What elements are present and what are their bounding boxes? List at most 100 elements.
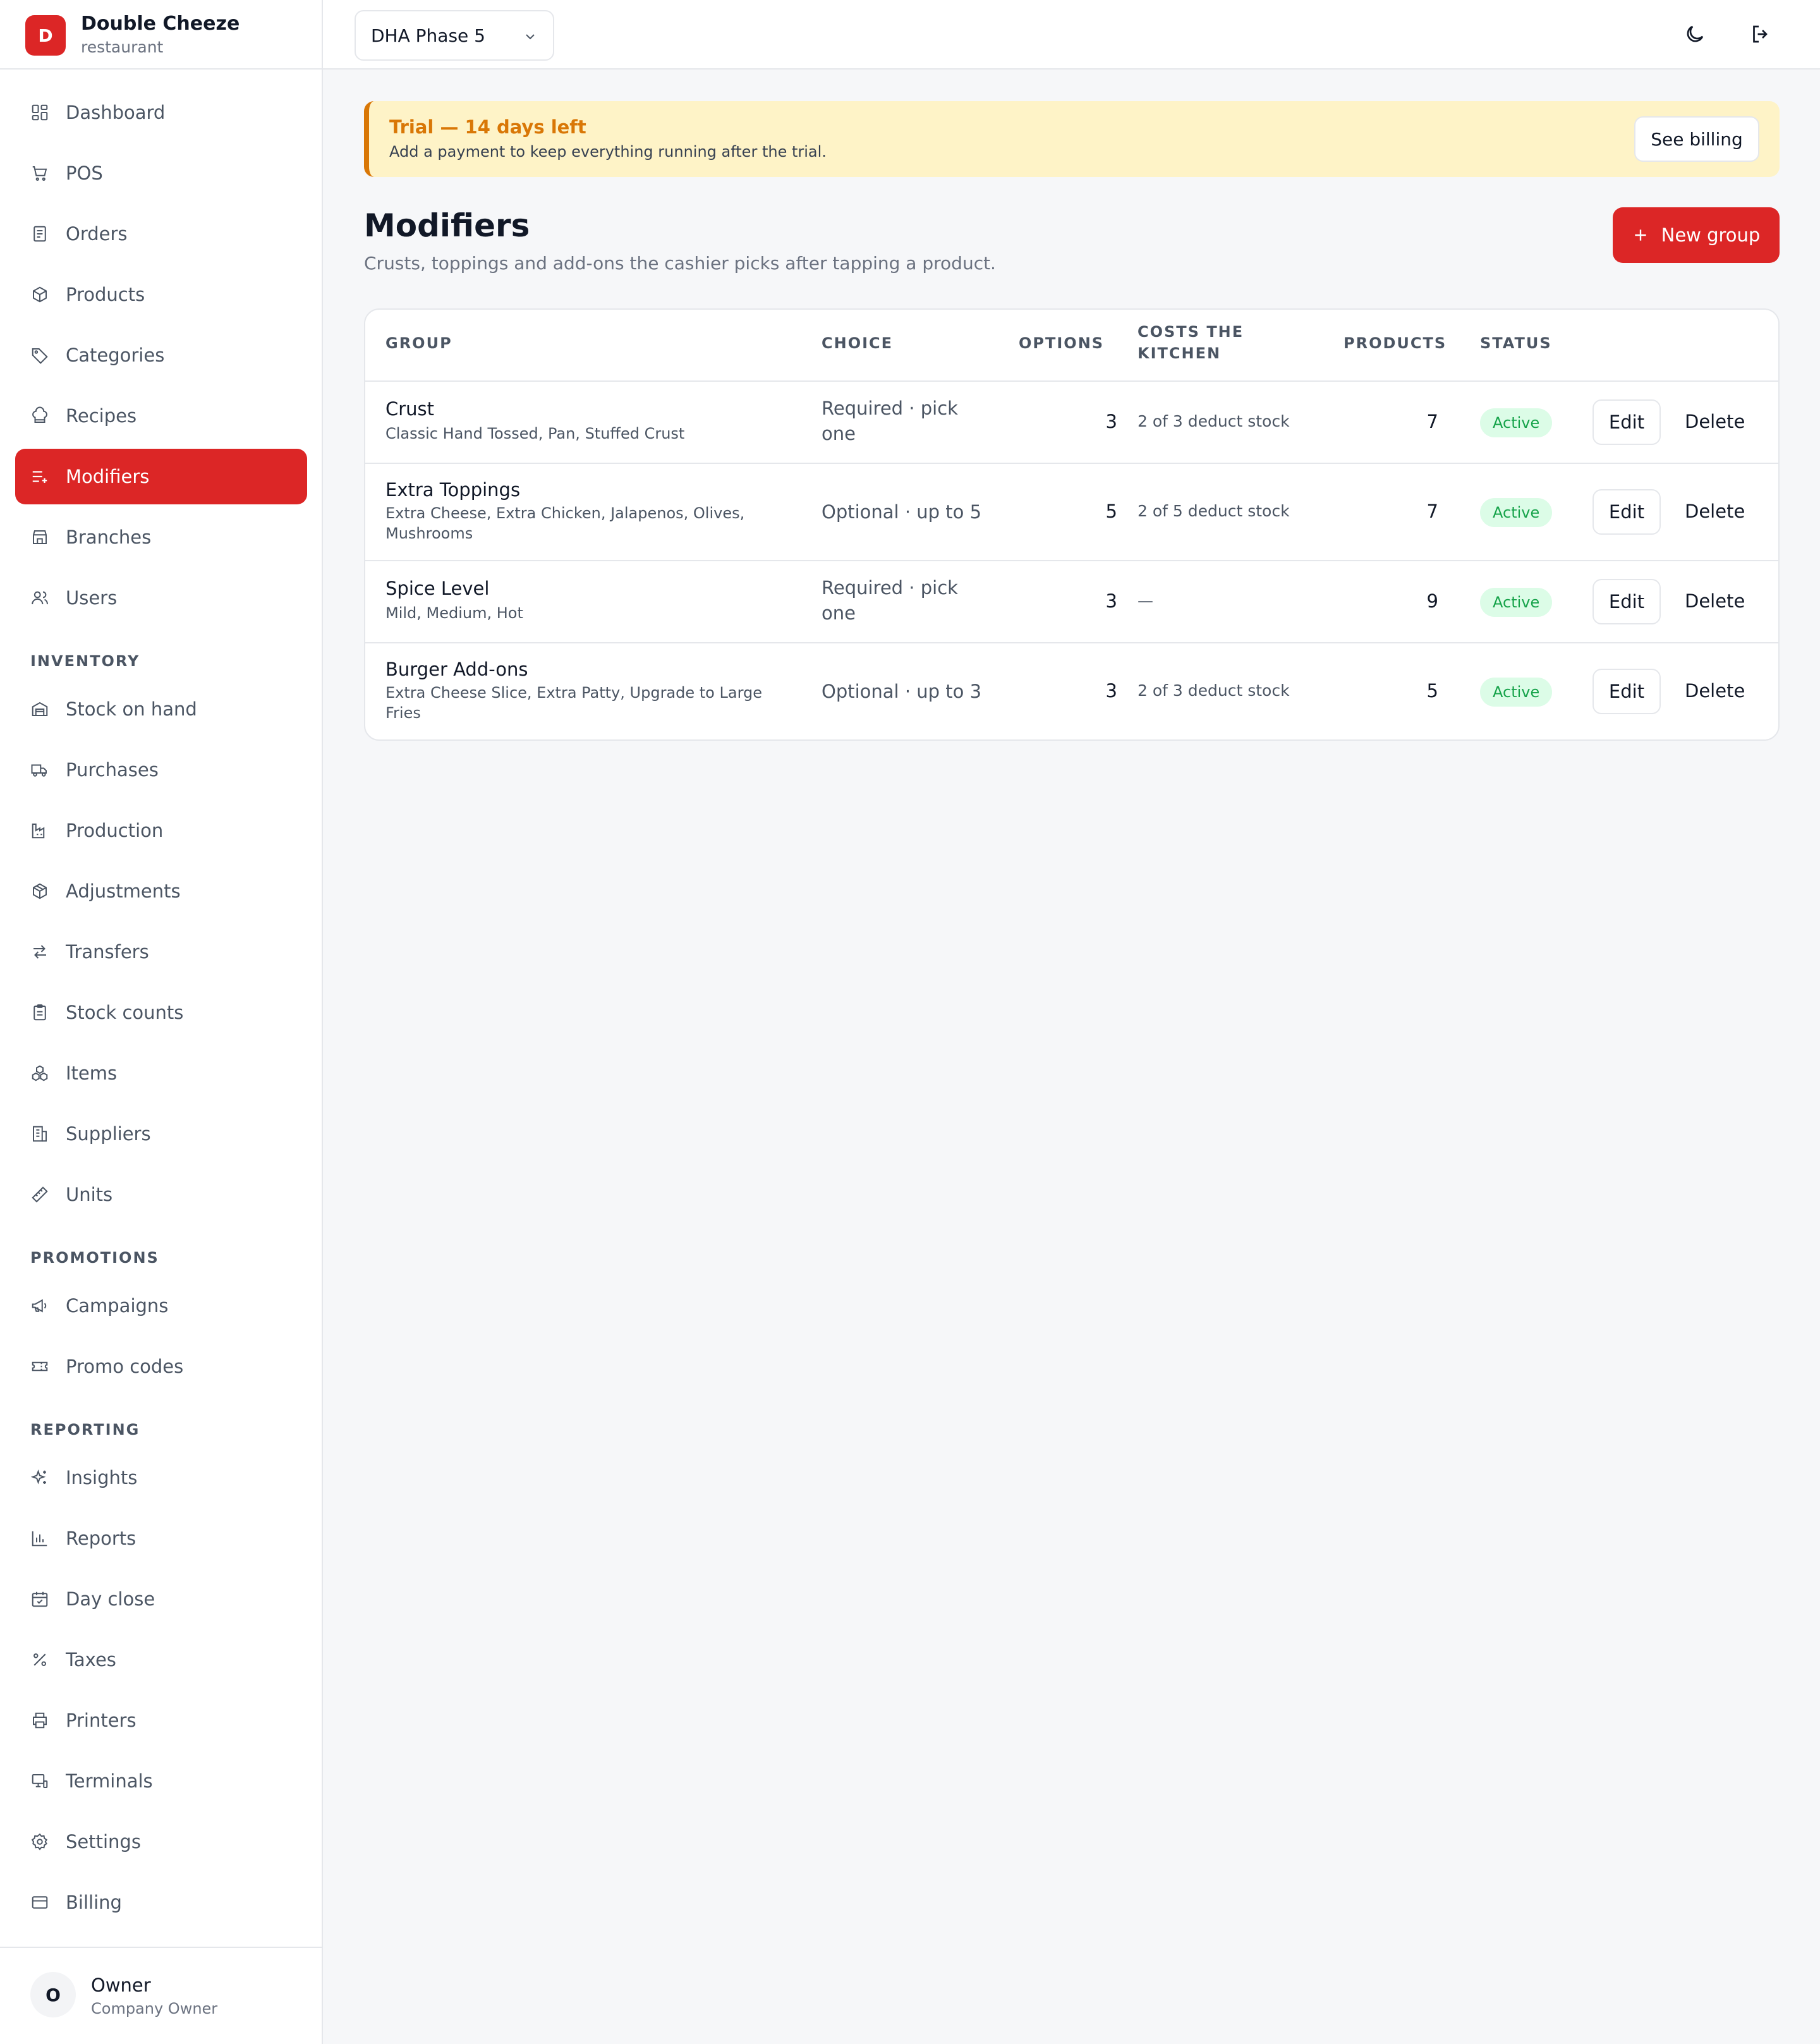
ruler-icon bbox=[30, 1185, 49, 1204]
page-title: Modifiers bbox=[364, 207, 530, 244]
sidebar-item-purchases[interactable]: Purchases bbox=[15, 742, 307, 798]
sidebar-item-reports[interactable]: Reports bbox=[15, 1511, 307, 1566]
table-row[interactable]: Burger Add-ons Extra Cheese Slice, Extra… bbox=[365, 642, 1778, 739]
store-icon bbox=[30, 528, 49, 547]
sidebar-item-label: Modifiers bbox=[66, 466, 150, 487]
sidebar-item-production[interactable]: Production bbox=[15, 803, 307, 858]
options-count: 3 bbox=[1105, 590, 1117, 612]
costs-kitchen: 2 of 3 deduct stock bbox=[1138, 412, 1290, 430]
sidebar-item-stock-on-hand[interactable]: Stock on hand bbox=[15, 681, 307, 737]
sidebar-item-items[interactable]: Items bbox=[15, 1045, 307, 1101]
sidebar-item-label: Transfers bbox=[66, 941, 149, 963]
sidebar-item-label: Dashboard bbox=[66, 102, 166, 123]
building-icon bbox=[30, 1124, 49, 1143]
dashboard-icon bbox=[30, 103, 49, 122]
column-header-group: GROUP bbox=[385, 334, 452, 352]
column-header-costs-line1: COSTS THE bbox=[1138, 323, 1244, 341]
printer-icon bbox=[30, 1711, 49, 1730]
delete-button[interactable]: Delete bbox=[1685, 501, 1745, 522]
delete-button[interactable]: Delete bbox=[1685, 590, 1745, 612]
sidebar-item-users[interactable]: Users bbox=[15, 570, 307, 626]
factory-icon bbox=[30, 821, 49, 840]
chevron-down-icon bbox=[526, 34, 535, 40]
brand-type: restaurant bbox=[81, 38, 164, 56]
products-count: 9 bbox=[1426, 590, 1438, 612]
group-options-line1: Extra Cheese, Extra Chicken, Jalapenos, … bbox=[385, 504, 745, 522]
choice-rule-line1: Optional · up to 3 bbox=[822, 681, 982, 702]
sidebar-item-campaigns[interactable]: Campaigns bbox=[15, 1278, 307, 1334]
sidebar-item-label: Terminals bbox=[66, 1770, 153, 1792]
sidebar-item-adjustments[interactable]: Adjustments bbox=[15, 863, 307, 919]
sidebar-item-label: Promo codes bbox=[66, 1356, 184, 1377]
edit-button[interactable]: Edit bbox=[1592, 669, 1661, 714]
list-plus-icon bbox=[30, 467, 49, 486]
products-count: 7 bbox=[1426, 501, 1438, 522]
sidebar-item-suppliers[interactable]: Suppliers bbox=[15, 1106, 307, 1162]
sidebar-item-pos[interactable]: POS bbox=[15, 145, 307, 201]
logout-icon[interactable] bbox=[1749, 23, 1772, 46]
sidebar-item-insights[interactable]: Insights bbox=[15, 1450, 307, 1506]
status-badge: Active bbox=[1480, 408, 1553, 437]
top-bar: DHA Phase 5 bbox=[323, 0, 1820, 70]
see-billing-button[interactable]: See billing bbox=[1634, 116, 1759, 162]
user-profile[interactable]: O Owner Company Owner bbox=[0, 1947, 322, 2044]
group-options: Classic Hand Tossed, Pan, Stuffed Crust bbox=[385, 423, 684, 444]
sidebar-item-billing[interactable]: Billing bbox=[15, 1875, 307, 1930]
status-badge: Active bbox=[1480, 678, 1553, 707]
sidebar-item-label: Items bbox=[66, 1062, 118, 1084]
group-options-line1: Extra Cheese Slice, Extra Patty, Upgrade… bbox=[385, 684, 763, 702]
sidebar-item-dashboard[interactable]: Dashboard bbox=[15, 85, 307, 140]
edit-button[interactable]: Edit bbox=[1592, 489, 1661, 535]
options-count: 3 bbox=[1105, 680, 1117, 702]
sidebar-item-label: Units bbox=[66, 1184, 113, 1205]
sidebar-item-label: Day close bbox=[66, 1588, 155, 1610]
sidebar-item-categories[interactable]: Categories bbox=[15, 327, 307, 383]
new-group-button[interactable]: New group bbox=[1613, 207, 1780, 263]
sidebar-item-transfers[interactable]: Transfers bbox=[15, 924, 307, 980]
table-row[interactable]: Extra Toppings Extra Cheese, Extra Chick… bbox=[365, 463, 1778, 560]
cart-icon bbox=[30, 164, 49, 183]
costs-kitchen: 2 of 3 deduct stock bbox=[1138, 681, 1290, 700]
sidebar-item-label: Printers bbox=[66, 1710, 136, 1731]
sparkles-icon bbox=[30, 1468, 49, 1487]
choice-rule: Optional · up to 3 bbox=[822, 679, 981, 704]
delete-button[interactable]: Delete bbox=[1685, 680, 1745, 702]
sidebar-item-label: Campaigns bbox=[66, 1295, 169, 1317]
sidebar-item-promo-codes[interactable]: Promo codes bbox=[15, 1339, 307, 1394]
credit-card-icon bbox=[30, 1893, 49, 1912]
brand-header[interactable]: D Double Cheeze restaurant bbox=[0, 0, 322, 70]
sidebar-item-orders[interactable]: Orders bbox=[15, 206, 307, 262]
sidebar-item-label: Branches bbox=[66, 526, 152, 548]
sidebar-item-day-close[interactable]: Day close bbox=[15, 1571, 307, 1627]
sidebar-item-products[interactable]: Products bbox=[15, 267, 307, 322]
sidebar-item-terminals[interactable]: Terminals bbox=[15, 1753, 307, 1809]
sidebar-item-settings[interactable]: Settings bbox=[15, 1814, 307, 1870]
sidebar: D Double Cheeze restaurant Dashboard POS… bbox=[0, 0, 323, 2044]
sidebar-item-units[interactable]: Units bbox=[15, 1167, 307, 1222]
branch-select[interactable]: DHA Phase 5 bbox=[355, 10, 554, 61]
sidebar-item-recipes[interactable]: Recipes bbox=[15, 388, 307, 444]
edit-button[interactable]: Edit bbox=[1592, 579, 1661, 624]
table-row[interactable]: Spice Level Mild, Medium, Hot Required ·… bbox=[365, 560, 1778, 642]
sidebar-item-stock-counts[interactable]: Stock counts bbox=[15, 985, 307, 1040]
delete-button[interactable]: Delete bbox=[1685, 411, 1745, 432]
user-role: Company Owner bbox=[91, 2000, 218, 2017]
ticket-icon bbox=[30, 1357, 49, 1376]
group-options-line2: Mushrooms bbox=[385, 525, 473, 542]
trial-subtitle: Add a payment to keep everything running… bbox=[389, 143, 827, 161]
trial-title: Trial — 14 days left bbox=[389, 116, 586, 138]
edit-button[interactable]: Edit bbox=[1592, 399, 1661, 445]
sidebar-item-printers[interactable]: Printers bbox=[15, 1693, 307, 1748]
moon-icon[interactable] bbox=[1684, 23, 1706, 46]
sidebar-item-label: Insights bbox=[66, 1467, 138, 1488]
tag-icon bbox=[30, 346, 49, 365]
column-header-costs-line2: KITCHEN bbox=[1138, 344, 1222, 362]
group-options-line1: Mild, Medium, Hot bbox=[385, 604, 523, 622]
group-options: Extra Cheese Slice, Extra Patty, Upgrade… bbox=[385, 683, 762, 723]
table-row[interactable]: Crust Classic Hand Tossed, Pan, Stuffed … bbox=[365, 380, 1778, 463]
sidebar-item-taxes[interactable]: Taxes bbox=[15, 1632, 307, 1688]
sidebar-item-branches[interactable]: Branches bbox=[15, 509, 307, 565]
brand-logo: D bbox=[25, 15, 66, 56]
modifiers-table: GROUP CHOICE OPTIONS COSTS THE KITCHEN P… bbox=[364, 308, 1780, 741]
sidebar-item-modifiers[interactable]: Modifiers bbox=[15, 449, 307, 504]
